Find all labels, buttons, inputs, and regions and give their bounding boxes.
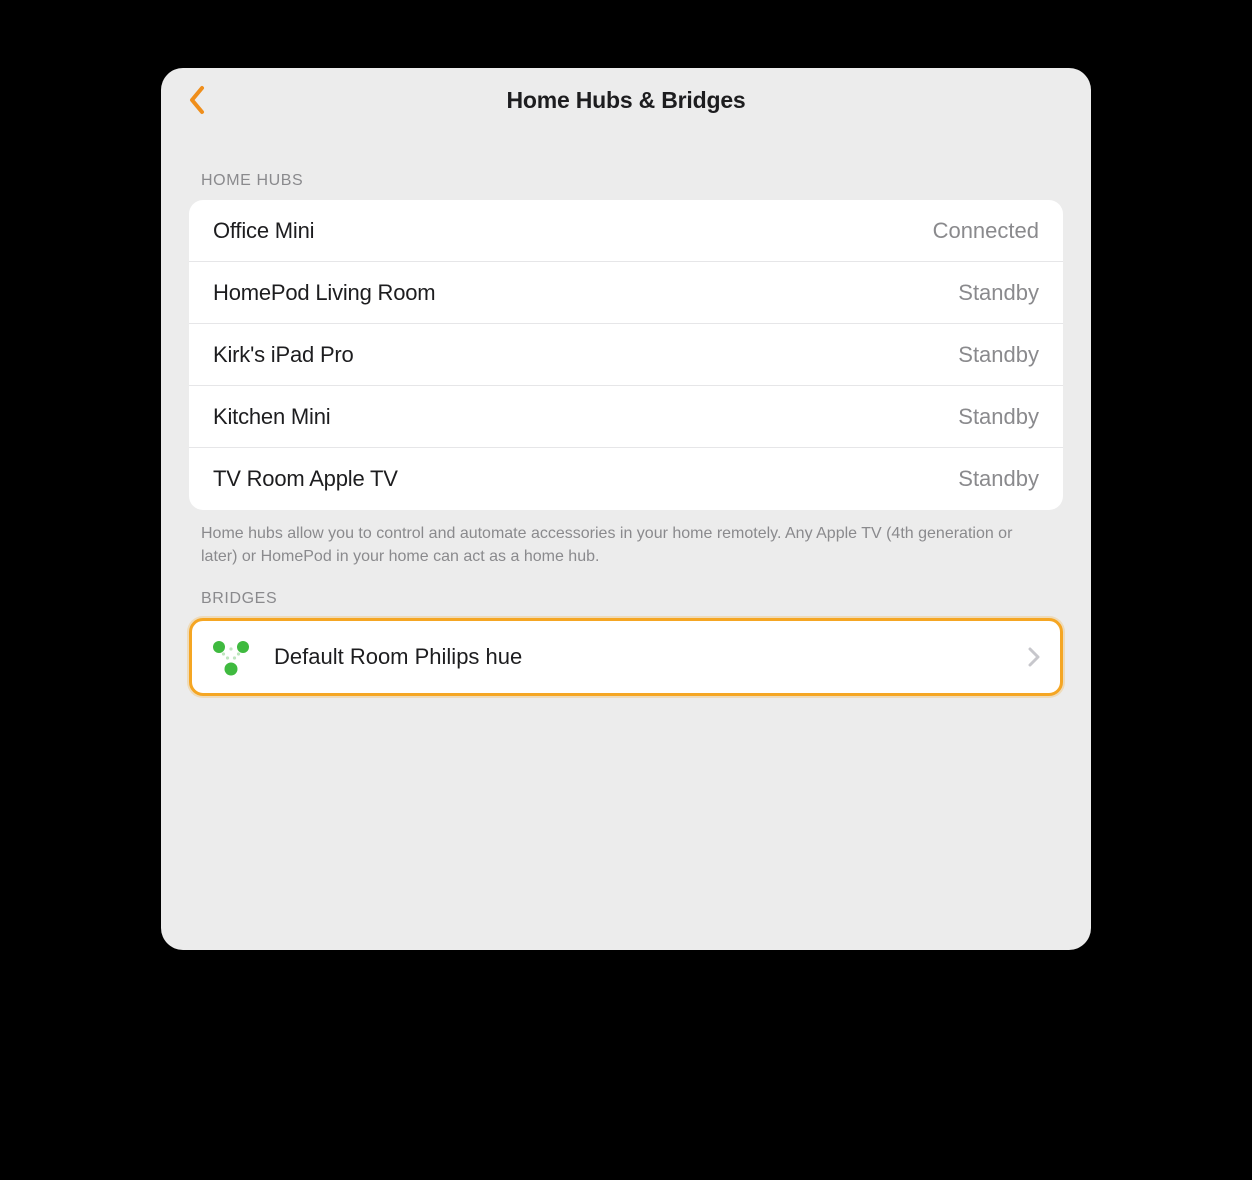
home-hubs-card: Office Mini Connected HomePod Living Roo… bbox=[189, 200, 1063, 510]
hub-status: Standby bbox=[958, 404, 1039, 430]
bridges-card: Default Room Philips hue bbox=[189, 618, 1063, 696]
hue-bridge-icon bbox=[210, 636, 252, 678]
hub-status: Standby bbox=[958, 466, 1039, 492]
panel-content: HOME HUBS Office Mini Connected HomePod … bbox=[161, 132, 1091, 696]
hub-row[interactable]: Office Mini Connected bbox=[189, 200, 1063, 262]
hub-name: Kitchen Mini bbox=[213, 404, 330, 430]
chevron-right-icon bbox=[1028, 647, 1040, 667]
hub-row[interactable]: HomePod Living Room Standby bbox=[189, 262, 1063, 324]
hub-status: Standby bbox=[958, 342, 1039, 368]
section-header-home-hubs: HOME HUBS bbox=[189, 132, 1063, 200]
home-hubs-footer: Home hubs allow you to control and autom… bbox=[189, 510, 1063, 568]
hub-name: TV Room Apple TV bbox=[213, 466, 398, 492]
hub-name: Office Mini bbox=[213, 218, 314, 244]
bridge-row[interactable]: Default Room Philips hue bbox=[192, 621, 1060, 693]
hub-status: Standby bbox=[958, 280, 1039, 306]
hub-row[interactable]: Kitchen Mini Standby bbox=[189, 386, 1063, 448]
hub-status: Connected bbox=[933, 218, 1039, 244]
hub-name: Kirk's iPad Pro bbox=[213, 342, 354, 368]
chevron-left-icon bbox=[188, 85, 206, 115]
bridge-name: Default Room Philips hue bbox=[274, 644, 1006, 670]
hub-name: HomePod Living Room bbox=[213, 280, 435, 306]
hub-row[interactable]: TV Room Apple TV Standby bbox=[189, 448, 1063, 510]
back-button[interactable] bbox=[179, 82, 215, 118]
page-title: Home Hubs & Bridges bbox=[506, 87, 745, 114]
settings-panel: Home Hubs & Bridges HOME HUBS Office Min… bbox=[161, 68, 1091, 950]
section-header-bridges: BRIDGES bbox=[189, 568, 1063, 618]
panel-header: Home Hubs & Bridges bbox=[161, 68, 1091, 132]
hub-row[interactable]: Kirk's iPad Pro Standby bbox=[189, 324, 1063, 386]
